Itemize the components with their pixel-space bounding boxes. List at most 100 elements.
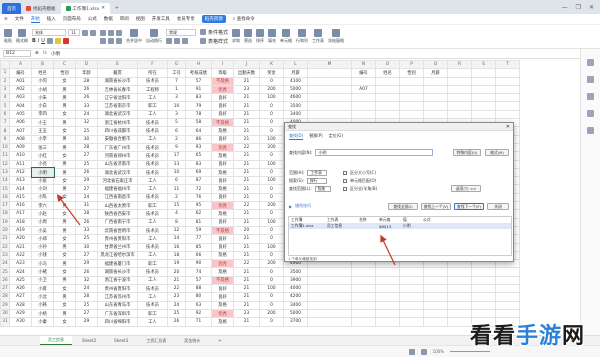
- cell[interactable]: 7: [167, 76, 186, 86]
- cell[interactable]: 79: [185, 101, 212, 111]
- font-name-select[interactable]: 宋体: [32, 29, 66, 36]
- cell[interactable]: 男: [53, 93, 76, 103]
- cell[interactable]: 小孙: [31, 242, 54, 252]
- property-icon[interactable]: [587, 110, 594, 117]
- cell[interactable]: 15: [167, 201, 186, 211]
- new-tab-button[interactable]: +: [110, 3, 124, 14]
- cell[interactable]: 技术员: [137, 118, 168, 128]
- cell[interactable]: 王五: [31, 126, 54, 136]
- col-header[interactable]: T: [495, 60, 520, 70]
- cell[interactable]: 0: [259, 118, 284, 128]
- cell[interactable]: [447, 68, 472, 78]
- row-header[interactable]: 14: [0, 176, 10, 186]
- cell[interactable]: [471, 101, 496, 111]
- cell[interactable]: [375, 84, 400, 95]
- cell[interactable]: 安徽省合肥市: [97, 134, 138, 144]
- corner-cell[interactable]: [0, 60, 10, 70]
- align-center-icon[interactable]: [108, 37, 114, 44]
- cell[interactable]: [495, 101, 520, 111]
- results-list[interactable]: 工作簿 工作表 名称 单元格 值 公式 工作簿1.xlsx 员工信息 $B$13…: [288, 216, 512, 256]
- row-header[interactable]: 15: [0, 184, 10, 194]
- cell[interactable]: 26: [75, 217, 98, 227]
- width-checkbox[interactable]: [343, 187, 347, 191]
- row-header[interactable]: 19: [0, 217, 10, 227]
- cell[interactable]: 广东省深圳市: [97, 308, 138, 319]
- cell[interactable]: A09: [9, 142, 32, 153]
- cell[interactable]: A20: [9, 234, 32, 244]
- cell[interactable]: 92: [185, 308, 212, 319]
- cell[interactable]: 良好: [211, 234, 234, 244]
- cell[interactable]: 64: [185, 126, 212, 136]
- row-header[interactable]: 27: [0, 283, 10, 294]
- zoom-icon[interactable]: ⊕: [35, 51, 39, 56]
- cell[interactable]: 28: [75, 209, 98, 219]
- cell[interactable]: [447, 283, 472, 294]
- cell[interactable]: 小钱: [31, 250, 54, 261]
- cell[interactable]: [307, 317, 352, 327]
- cell[interactable]: 12: [167, 225, 186, 236]
- options-button[interactable]: 选项(T) <<: [451, 185, 481, 192]
- cell[interactable]: 小张: [31, 176, 54, 186]
- cell[interactable]: 山东省青岛市: [97, 300, 138, 310]
- cell[interactable]: [307, 300, 352, 310]
- cell[interactable]: 0: [259, 76, 284, 86]
- cell[interactable]: 21: [167, 275, 186, 286]
- row-header[interactable]: 20: [0, 225, 10, 236]
- cell[interactable]: 技术员: [137, 76, 168, 86]
- cell[interactable]: A14: [9, 184, 32, 194]
- cell[interactable]: 小明: [30, 167, 55, 178]
- cell[interactable]: 小胡: [31, 84, 54, 95]
- scope-select[interactable]: 工作表: [307, 170, 328, 176]
- cell[interactable]: [307, 275, 352, 286]
- cell[interactable]: 93: [185, 142, 212, 153]
- align-left-icon[interactable]: [100, 37, 106, 44]
- find-next-button[interactable]: 查找下一个(F): [454, 203, 484, 210]
- select-icon[interactable]: [587, 59, 594, 66]
- cell[interactable]: A10: [9, 151, 32, 161]
- cell[interactable]: 21: [233, 76, 260, 86]
- cell[interactable]: [307, 76, 352, 86]
- col-header[interactable]: O: [375, 60, 400, 70]
- cell[interactable]: 良好: [211, 283, 234, 294]
- bold-icon[interactable]: B: [32, 38, 36, 44]
- cell[interactable]: 女: [53, 209, 76, 219]
- cell[interactable]: 女: [53, 151, 76, 161]
- col-header[interactable]: S: [471, 60, 496, 70]
- cell[interactable]: 77: [185, 234, 212, 244]
- col-header[interactable]: M: [307, 60, 352, 70]
- cell[interactable]: 6: [167, 126, 186, 136]
- cell[interactable]: 100: [259, 159, 284, 169]
- cell[interactable]: 河南省郑州市: [97, 151, 138, 161]
- cell[interactable]: 0: [259, 250, 284, 261]
- row-header[interactable]: 9: [0, 134, 10, 144]
- cell[interactable]: [375, 93, 400, 103]
- cell[interactable]: 女: [53, 192, 76, 203]
- cell[interactable]: 河北省石家庄市: [97, 176, 138, 186]
- cell[interactable]: [351, 109, 376, 120]
- find-all-button[interactable]: 查找全部(I): [388, 203, 418, 210]
- cell[interactable]: 28: [75, 76, 98, 86]
- menu-icon[interactable]: ≡: [4, 17, 8, 22]
- menu-developer[interactable]: 开发工具: [152, 16, 170, 22]
- cell[interactable]: [351, 300, 376, 310]
- tips-link[interactable]: ▶ 操作技巧: [289, 203, 311, 209]
- cell[interactable]: 87: [185, 176, 212, 186]
- row-col-button[interactable]: 行和列: [296, 29, 308, 44]
- cell[interactable]: [447, 84, 472, 95]
- cell[interactable]: 4100: [283, 76, 308, 86]
- menu-insert[interactable]: 插入: [47, 16, 56, 22]
- find-input[interactable]: 小明: [315, 149, 434, 156]
- cell[interactable]: [351, 267, 376, 277]
- cell[interactable]: 男: [53, 142, 76, 153]
- cell[interactable]: A29: [9, 308, 32, 319]
- col-header[interactable]: E: [97, 60, 138, 70]
- formula-input[interactable]: 小明: [51, 51, 60, 57]
- cell[interactable]: [495, 84, 520, 95]
- cell[interactable]: [495, 76, 520, 86]
- cell[interactable]: A04: [9, 101, 32, 111]
- cell[interactable]: [399, 275, 424, 286]
- cell[interactable]: 23: [233, 84, 260, 95]
- cell[interactable]: 及格: [211, 317, 234, 327]
- cell[interactable]: [351, 101, 376, 111]
- cell[interactable]: 小朱: [31, 93, 54, 103]
